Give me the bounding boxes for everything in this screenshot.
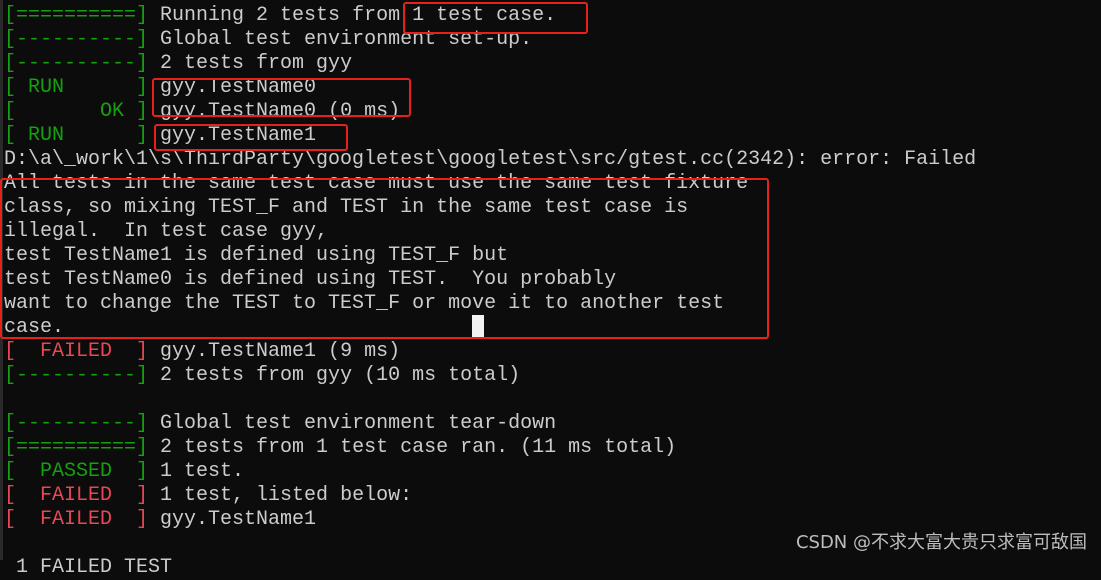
output-line: [ FAILED ] 1 test, listed below: (4, 484, 412, 508)
output-line: [ FAILED ] gyy.TestName1 (9 ms) (4, 340, 400, 364)
status-tag: [ OK ] (4, 100, 149, 123)
line-text: gyy.TestName1 (148, 508, 317, 531)
status-tag: [ FAILED ] (4, 484, 149, 507)
status-tag: [----------] (4, 412, 149, 435)
status-tag: [ FAILED ] (4, 508, 149, 531)
status-tag: [----------] (4, 364, 149, 387)
status-tag: [ FAILED ] (4, 340, 149, 363)
line-text: gyy.TestName1 (9 ms) (148, 340, 401, 363)
status-tag: [==========] (4, 436, 149, 459)
output-line: [ FAILED ] gyy.TestName1 (4, 508, 316, 532)
line-text: 2 tests from 1 test case ran. (11 ms tot… (148, 436, 677, 459)
line-text: 2 tests from gyy (148, 52, 353, 75)
output-line: [ PASSED ] 1 test. (4, 460, 244, 484)
watermark: CSDN @不求大富大贵只求富可敌国 (795, 532, 1087, 553)
line-text: Global test environment tear-down (148, 412, 557, 435)
status-tag: [==========] (4, 4, 149, 27)
output-line: [----------] 2 tests from gyy (10 ms tot… (4, 364, 520, 388)
status-tag: [ RUN ] (4, 76, 149, 99)
text-cursor (472, 315, 484, 337)
highlight-box-testname1 (154, 124, 348, 151)
line-text: 2 tests from gyy (10 ms total) (148, 364, 521, 387)
output-line: [----------] Global test environment tea… (4, 412, 556, 436)
status-tag: [ RUN ] (4, 124, 149, 147)
terminal-window[interactable]: [==========] Running 2 tests from 1 test… (0, 0, 1101, 579)
output-line: [----------] 2 tests from gyy (4, 52, 352, 76)
line-text: 1 test, listed below: (148, 484, 413, 507)
status-tag: [ PASSED ] (4, 460, 149, 483)
output-line: [==========] 2 tests from 1 test case ra… (4, 436, 676, 460)
line-text: 1 FAILED TEST (4, 556, 173, 579)
highlight-box-test-case (403, 2, 588, 34)
status-tag: [----------] (4, 52, 149, 75)
highlight-box-testname0 (152, 78, 411, 117)
output-line: D:\a\_work\1\s\ThirdParty\googletest\goo… (4, 148, 976, 172)
line-text: D:\a\_work\1\s\ThirdParty\googletest\goo… (4, 148, 977, 171)
status-tag: [----------] (4, 28, 149, 51)
line-text: 1 test. (148, 460, 245, 483)
highlight-box-error-message (0, 178, 769, 339)
